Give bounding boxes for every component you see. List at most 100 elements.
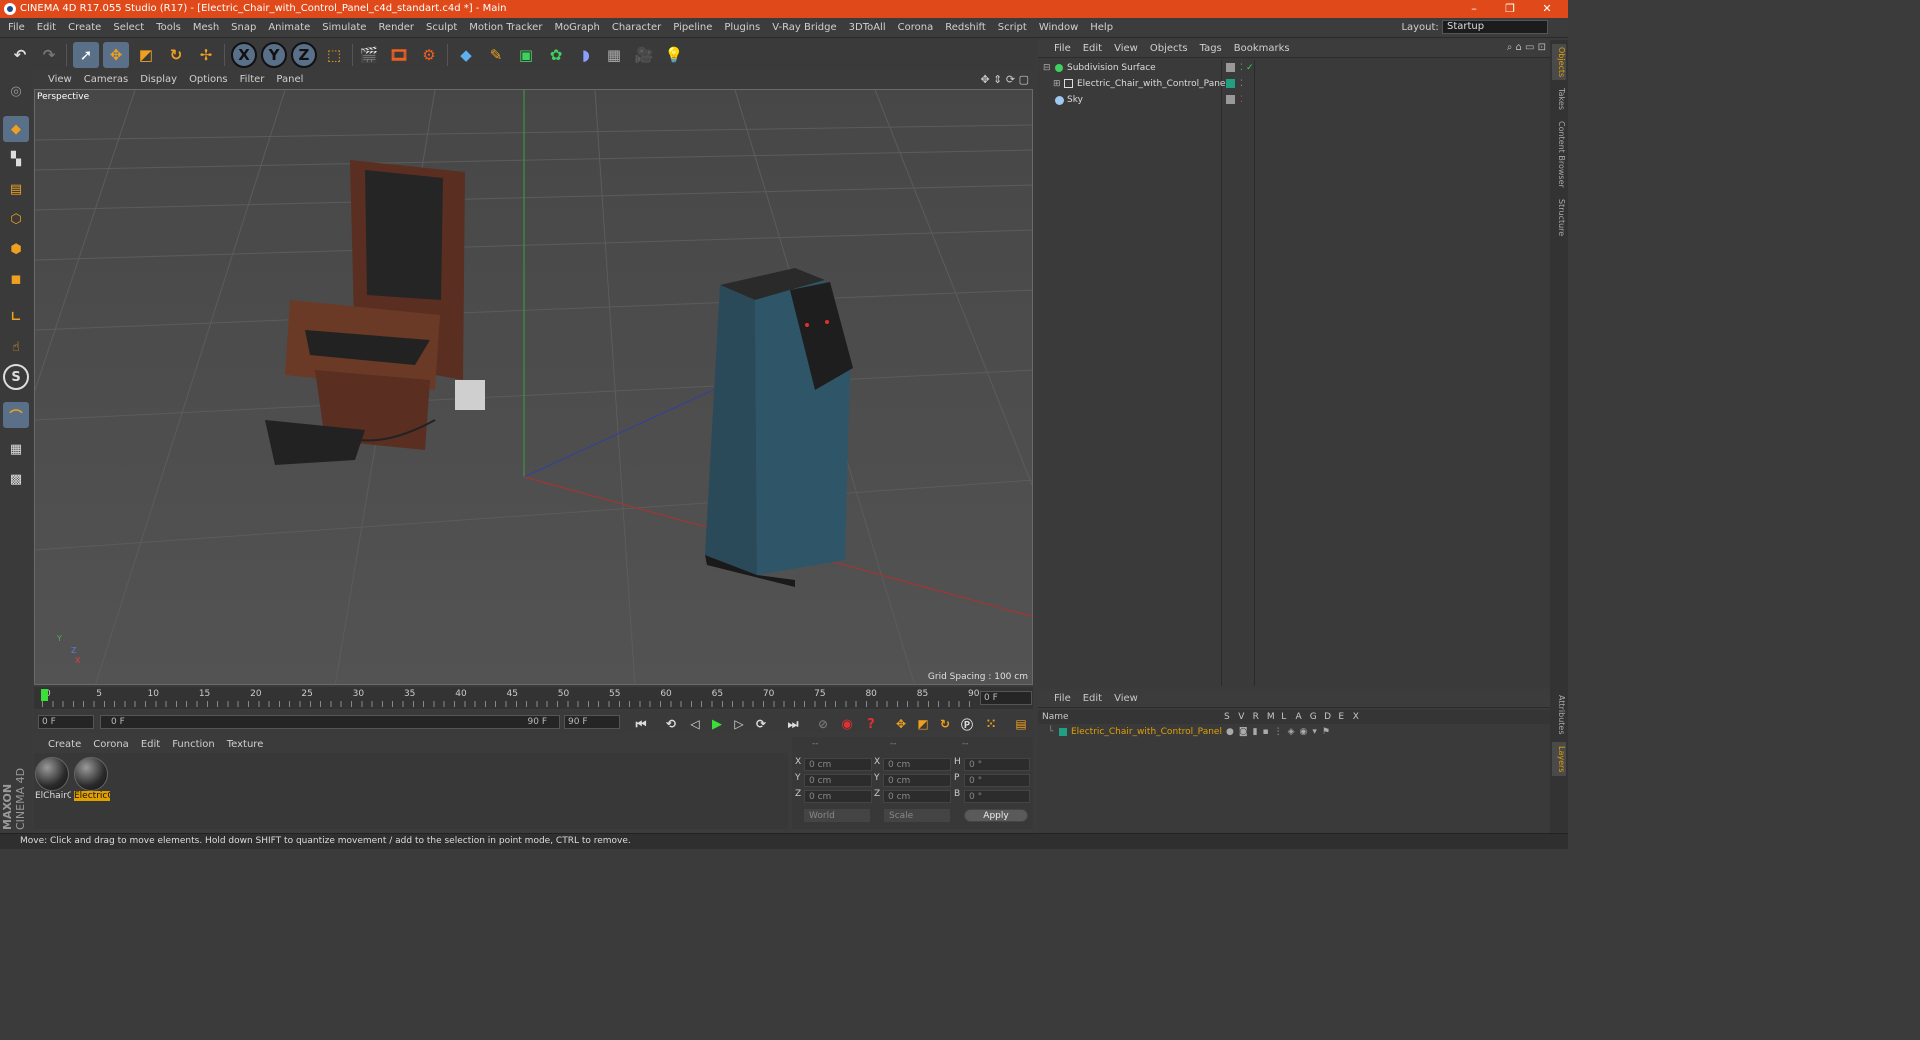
menu-sculpt[interactable]: Sculpt [420, 18, 463, 38]
scale-tool-icon[interactable]: ◩ [133, 42, 159, 68]
menu-select[interactable]: Select [107, 18, 150, 38]
next-keyframe-icon[interactable]: ⟳ [748, 711, 774, 737]
tab-objects[interactable]: Objects [1552, 44, 1566, 80]
layer-swatch-icon[interactable] [1226, 63, 1235, 72]
size-z-field[interactable]: 0 cm [883, 790, 951, 803]
layer-column-header[interactable]: M [1267, 710, 1275, 724]
object-manager-search-icons[interactable]: ⌕ ⌂ ▭ ⊡ [1507, 42, 1546, 53]
menu-file[interactable]: File [0, 18, 31, 38]
live-selection-icon[interactable]: ➚ [73, 42, 99, 68]
position-z-field[interactable]: 0 cm [804, 790, 872, 803]
timeline-window-icon[interactable]: ▤ [1008, 711, 1034, 737]
layers-menu-file[interactable]: File [1038, 690, 1077, 708]
layers-menu-view[interactable]: View [1108, 690, 1144, 708]
size-x-field[interactable]: 0 cm [883, 758, 951, 771]
menu-window[interactable]: Window [1033, 18, 1084, 38]
objects-menu-file[interactable]: File [1038, 40, 1077, 58]
menu-simulate[interactable]: Simulate [316, 18, 372, 38]
position-x-field[interactable]: 0 cm [804, 758, 872, 771]
edges-mode-icon[interactable]: ⬢ [3, 236, 29, 262]
timeline-ruler[interactable]: 051015202530354045505560657075808590 0 F [34, 687, 1033, 709]
z-axis-lock-icon[interactable]: Z [291, 42, 317, 68]
size-y-field[interactable]: 0 cm [883, 774, 951, 787]
viewport-menu-filter[interactable]: Filter [234, 72, 271, 88]
go-to-end-icon[interactable]: ⏭ [780, 711, 806, 737]
coordinate-system-icon[interactable]: ⬚ [321, 42, 347, 68]
viewport-menu-options[interactable]: Options [183, 72, 234, 88]
objects-menu-edit[interactable]: Edit [1077, 40, 1108, 58]
camera-icon[interactable]: 🎥 [631, 42, 657, 68]
viewport-menu-cameras[interactable]: Cameras [78, 72, 134, 88]
close-button[interactable]: ✕ [1530, 0, 1564, 18]
visibility-dots-icon[interactable]: ⁚ [1240, 92, 1243, 108]
menu-render[interactable]: Render [372, 18, 420, 38]
layer-column-header[interactable]: R [1253, 710, 1259, 724]
material-menu-corona[interactable]: Corona [87, 737, 135, 753]
layer-column-header[interactable]: E [1338, 710, 1344, 724]
layer-swatch-icon[interactable] [1226, 79, 1235, 88]
floor-scene-icon[interactable]: ▦ [601, 42, 627, 68]
workplane-lock-icon[interactable]: ▦ [3, 436, 29, 462]
layer-column-header[interactable]: V [1238, 710, 1244, 724]
object-row[interactable]: ⊞ Electric_Chair_with_Control_Panel ⁚ [1040, 76, 1546, 92]
viewport-menu-display[interactable]: Display [134, 72, 183, 88]
make-editable-icon[interactable]: ◎ [3, 78, 29, 104]
start-frame-field[interactable]: 0 F [38, 715, 94, 729]
coordinate-space-dropdown[interactable]: World [804, 809, 870, 822]
perspective-viewport[interactable]: Perspective Grid Spacing : 100 cm Y Z X [34, 89, 1033, 685]
layout-dropdown[interactable]: Startup [1442, 20, 1548, 34]
layer-column-header[interactable]: A [1296, 710, 1302, 724]
previous-keyframe-icon[interactable]: ⟲ [658, 711, 684, 737]
menu-mesh[interactable]: Mesh [187, 18, 225, 38]
viewport-menu-panel[interactable]: Panel [270, 72, 309, 88]
layer-swatch-icon[interactable] [1226, 95, 1235, 104]
enabled-check-icon[interactable]: ✓ [1246, 60, 1254, 76]
points-mode-icon[interactable]: ⬡ [3, 206, 29, 232]
key-parameter-icon[interactable]: Ⓟ [954, 711, 980, 737]
model-mode-icon[interactable]: ◆ [3, 116, 29, 142]
object-row[interactable]: ⊟ Subdivision Surface ⁚ ✓ [1040, 60, 1546, 76]
material-menu-create[interactable]: Create [34, 737, 87, 753]
deformer-icon[interactable]: ◗ [573, 42, 599, 68]
tweak-mode-icon[interactable]: ☝ [3, 334, 29, 360]
material-swatch[interactable]: ElChairC [35, 757, 71, 805]
light-icon[interactable]: 💡 [661, 42, 687, 68]
menu-mograph[interactable]: MoGraph [548, 18, 605, 38]
cube-object-icon[interactable]: ◆ [453, 42, 479, 68]
menu-help[interactable]: Help [1084, 18, 1119, 38]
menu-script[interactable]: Script [992, 18, 1033, 38]
layer-column-header[interactable]: L [1281, 710, 1286, 724]
tab-attributes[interactable]: Attributes [1552, 692, 1566, 738]
expand-icon[interactable]: ⊞ [1053, 76, 1061, 92]
x-axis-lock-icon[interactable]: X [231, 42, 257, 68]
menu-create[interactable]: Create [62, 18, 107, 38]
objects-menu-objects[interactable]: Objects [1144, 40, 1194, 58]
position-y-field[interactable]: 0 cm [804, 774, 872, 787]
material-menu-function[interactable]: Function [166, 737, 221, 753]
undo-icon[interactable]: ↶ [7, 42, 33, 68]
end-frame-field[interactable]: 90 F [564, 715, 620, 729]
rotation-h-field[interactable]: 0 ° [964, 758, 1030, 771]
viewport-navigation-icons[interactable]: ✥ ⇕ ⟳ ▢ [980, 73, 1029, 86]
frame-range-slider[interactable]: 0 F 90 F [100, 715, 560, 729]
menu-3dtoall[interactable]: 3DToAll [843, 18, 892, 38]
record-active-objects-icon[interactable]: ◉ [834, 711, 860, 737]
cloner-icon[interactable]: ✿ [543, 42, 569, 68]
render-picture-viewer-icon[interactable]: 🎞 [386, 42, 412, 68]
coordinate-mode-dropdown[interactable]: Scale [884, 809, 950, 822]
rotate-tool-icon[interactable]: ↻ [163, 42, 189, 68]
snap-icon[interactable]: S [3, 364, 29, 390]
menu-character[interactable]: Character [606, 18, 667, 38]
menu-redshift[interactable]: Redshift [939, 18, 992, 38]
rotation-b-field[interactable]: 0 ° [964, 790, 1030, 803]
autokeying-icon[interactable]: ? [858, 711, 884, 737]
menu-snap[interactable]: Snap [225, 18, 262, 38]
redo-icon[interactable]: ↷ [36, 42, 62, 68]
render-view-icon[interactable]: 🎬 [356, 42, 382, 68]
render-settings-icon[interactable]: ⚙ [416, 42, 442, 68]
layers-menu-edit[interactable]: Edit [1077, 690, 1108, 708]
material-menu-edit[interactable]: Edit [135, 737, 166, 753]
tab-content-browser[interactable]: Content Browser [1552, 118, 1566, 190]
viewport-menu-view[interactable]: View [34, 72, 78, 88]
menu-pipeline[interactable]: Pipeline [667, 18, 718, 38]
